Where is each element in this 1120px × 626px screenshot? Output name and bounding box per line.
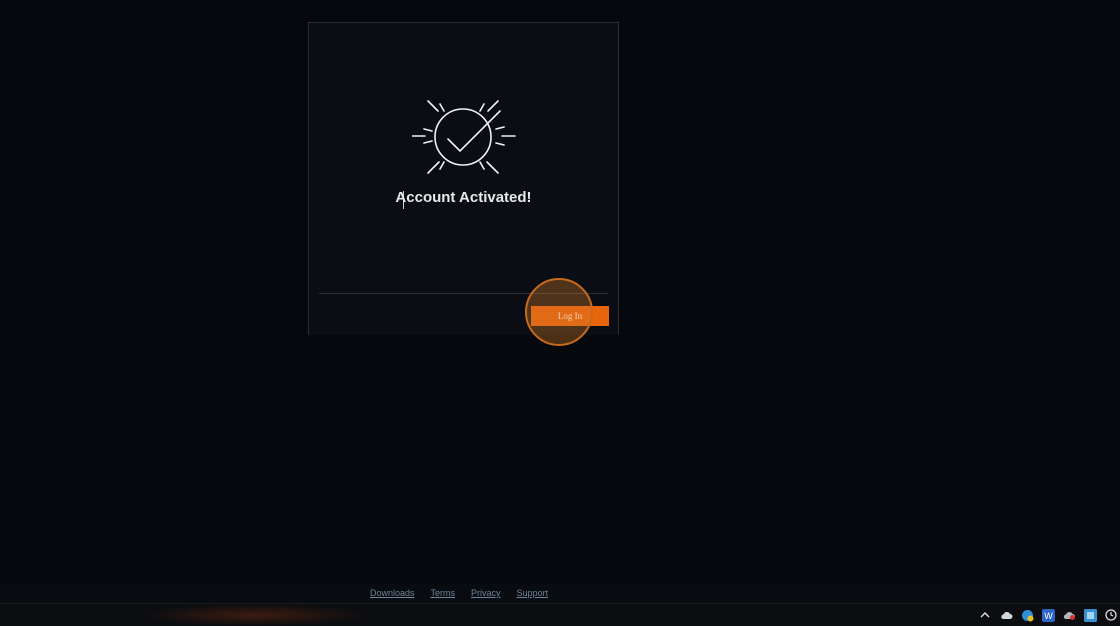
page-title: Account Activated! [395,189,532,206]
cloud-sync-icon[interactable] [1062,608,1076,622]
footer: Downloads Terms Privacy Support [0,583,1120,603]
taskbar-app-glow [140,604,370,626]
svg-text:W: W [1044,611,1053,621]
footer-link-support[interactable]: Support [517,588,549,598]
taskbar: W [0,603,1120,626]
footer-link-privacy[interactable]: Privacy [471,588,501,598]
cloud-icon[interactable] [999,608,1013,622]
footer-link-terms[interactable]: Terms [431,588,456,598]
system-tray: W [978,604,1120,626]
activation-card: Account Activated! Log In [308,22,619,335]
app-icon[interactable] [1083,608,1097,622]
footer-links: Downloads Terms Privacy Support [370,588,548,598]
chevron-up-icon[interactable] [978,608,992,622]
clock-icon[interactable] [1104,608,1118,622]
login-button[interactable]: Log In [531,306,609,326]
page: Account Activated! Log In Downloads Term… [0,0,1120,626]
success-check-icon [412,100,516,174]
divider [319,293,608,294]
word-icon[interactable]: W [1041,608,1055,622]
footer-link-downloads[interactable]: Downloads [370,588,415,598]
network-icon[interactable] [1020,608,1034,622]
